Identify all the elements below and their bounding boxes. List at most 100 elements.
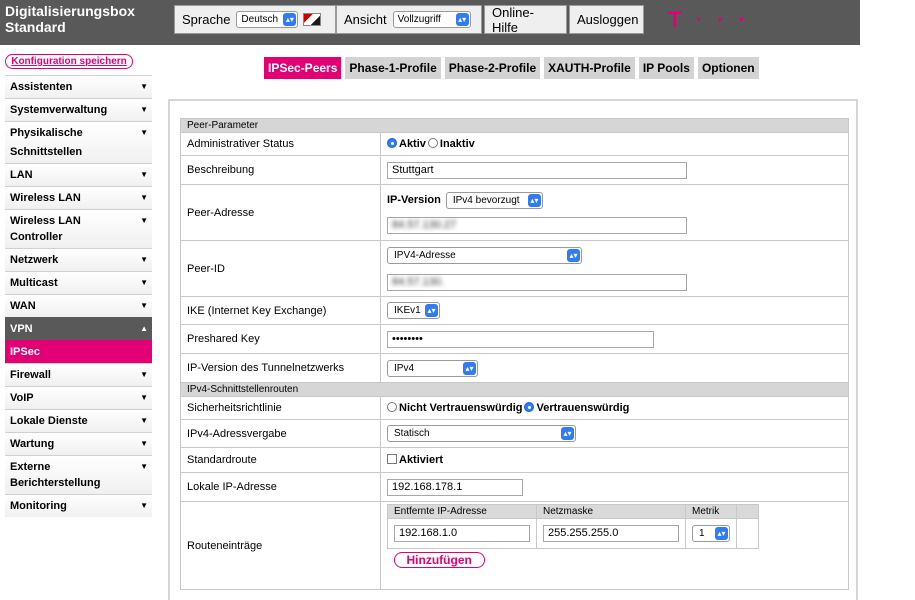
peer-address-label: Peer-Adresse	[180, 184, 381, 241]
security-untrusted-label: Nicht Vertrauenswürdig	[399, 402, 523, 414]
sidebar-item-wan[interactable]: WAN ▼	[5, 294, 152, 317]
peer-form: Peer-Parameter Administrativer Status Ak…	[180, 118, 849, 590]
ip-version-label: IP-Version	[387, 193, 441, 206]
ike-select[interactable]: IKEv1 ▴▾	[387, 302, 440, 319]
chevron-down-icon: ▼	[140, 462, 148, 471]
product-name: Digitalisierungsbox Standard	[5, 3, 135, 35]
sidebar-item-label: WAN	[10, 300, 36, 312]
sidebar-item-label: Multicast	[10, 277, 58, 289]
admin-status-active-radio[interactable]	[387, 138, 397, 148]
add-route-button[interactable]: Hinzufügen	[393, 552, 485, 569]
save-configuration-button[interactable]: Konfiguration speichern	[5, 54, 133, 69]
address-assignment-select[interactable]: Statisch ▴▾	[387, 425, 576, 442]
sidebar-item-monitoring[interactable]: Monitoring ▼	[5, 494, 152, 517]
sidebar-item-firewall[interactable]: Firewall ▼	[5, 363, 152, 386]
view-box: Ansicht Vollzugriff ▴▾	[336, 5, 482, 34]
sidebar-item-voip[interactable]: VoIP ▼	[5, 386, 152, 409]
sidebar-item-maintenance[interactable]: Wartung ▼	[5, 432, 152, 455]
sidebar-item-label: Systemverwaltung	[10, 104, 108, 116]
peer-id-type-value: IPV4-Adresse	[394, 249, 456, 261]
chevron-down-icon: ▼	[140, 128, 148, 137]
peer-address-input[interactable]: 84.57.130.27	[387, 216, 687, 234]
description-label: Beschreibung	[180, 155, 381, 185]
ike-select-value: IKEv1	[394, 305, 421, 316]
security-trusted-label: Vertrauenswürdig	[536, 402, 630, 414]
sidebar-item-label: Wireless LAN	[10, 192, 81, 204]
peer-id-type-select[interactable]: IPV4-Adresse ▴▾	[387, 246, 582, 264]
description-input[interactable]: Stuttgart	[387, 161, 687, 179]
route-row-empty	[736, 518, 759, 549]
add-row: Hinzufügen	[388, 549, 759, 569]
tab-options[interactable]: Optionen	[697, 57, 759, 79]
sidebar-item-external-reporting[interactable]: Externe Berichterstellung ▼	[5, 455, 152, 494]
sidebar: Assistenten ▼ Systemverwaltung ▼ Physikali…	[5, 75, 152, 517]
peer-id-input[interactable]: 84.57.130.	[387, 273, 687, 291]
sidebar-item-label: LAN	[10, 169, 33, 181]
top-header: Digitalisierungsbox Standard Sprache Deu…	[0, 0, 860, 45]
sidebar-item-vpn[interactable]: VPN ▲	[5, 317, 152, 340]
section-header-peer-parameters: Peer-Parameter	[180, 118, 849, 133]
address-assignment-label: IPv4-Adressvergabe	[180, 419, 381, 448]
routes-header-empty	[736, 504, 759, 519]
select-arrow-icon: ▴▾	[715, 527, 728, 540]
sidebar-item-wlan-controller[interactable]: Wireless LAN Controller ▼	[5, 209, 152, 248]
peer-id-label: Peer-ID	[180, 240, 381, 297]
security-untrusted-radio[interactable]	[387, 402, 397, 412]
sidebar-item-local-services[interactable]: Lokale Dienste ▼	[5, 409, 152, 432]
sidebar-item-wireless-lan[interactable]: Wireless LAN ▼	[5, 186, 152, 209]
select-arrow-icon: ▴▾	[567, 248, 580, 262]
tab-phase1-profiles[interactable]: Phase-1-Profile	[345, 57, 441, 79]
online-help-button[interactable]: Online-Hilfe	[484, 4, 567, 35]
ip-version-select[interactable]: IPv4 bevorzugt ▴▾	[445, 191, 543, 209]
sidebar-item-label: Externe Berichterstellung	[10, 461, 101, 489]
sidebar-item-ipsec[interactable]: IPSec	[5, 340, 152, 363]
language-select[interactable]: Deutsch ▴▾	[236, 11, 299, 28]
table-row: 192.168.1.0 255.255.255.0 1 ▴▾	[387, 518, 759, 549]
sidebar-item-label: VPN	[10, 323, 33, 335]
chevron-down-icon: ▼	[140, 501, 148, 510]
flag-icon[interactable]	[303, 13, 322, 26]
admin-status-inactive-radio[interactable]	[427, 138, 438, 148]
chevron-down-icon: ▼	[140, 82, 148, 91]
routes-header-netmask: Netzmaske	[536, 504, 686, 519]
chevron-down-icon: ▼	[140, 105, 148, 114]
sidebar-item-system-management[interactable]: Systemverwaltung ▼	[5, 98, 152, 121]
routes-table: Entfernte IP-Adresse Netzmaske Metrik 19…	[387, 504, 759, 569]
route-remote-ip-input[interactable]: 192.168.1.0	[394, 525, 530, 542]
tab-phase2-profiles[interactable]: Phase-2-Profile	[444, 57, 541, 79]
sidebar-item-assistants[interactable]: Assistenten ▼	[5, 75, 152, 98]
tunnel-ip-version-select[interactable]: IPv4 ▴▾	[387, 359, 478, 377]
sidebar-item-label: VoIP	[10, 392, 34, 404]
ike-label: IKE (Internet Key Exchange)	[180, 296, 381, 325]
chevron-down-icon: ▼	[140, 278, 148, 287]
sidebar-item-label-line2: Schnittstellen	[10, 146, 83, 158]
select-arrow-icon: ▴▾	[463, 361, 476, 375]
psk-label: Preshared Key	[180, 324, 381, 354]
select-arrow-icon: ▴▾	[561, 427, 574, 440]
view-select-value: Vollzugriff	[397, 14, 441, 25]
online-help-label: Online-Hilfe	[492, 4, 534, 35]
logout-button[interactable]: Ausloggen	[569, 5, 644, 34]
route-metric-select[interactable]: 1 ▴▾	[692, 525, 730, 542]
tab-bar: IPSec-Peers Phase-1-Profile Phase-2-Prof…	[264, 57, 763, 79]
psk-input[interactable]: ••••••••	[387, 330, 654, 348]
view-select[interactable]: Vollzugriff ▴▾	[392, 11, 471, 28]
address-assignment-value: Statisch	[394, 428, 430, 439]
route-netmask-input[interactable]: 255.255.255.0	[543, 525, 679, 542]
local-ip-input[interactable]: 192.168.178.1	[387, 478, 523, 496]
sidebar-item-multicast[interactable]: Multicast ▼	[5, 271, 152, 294]
chevron-down-icon: ▼	[140, 393, 148, 402]
sidebar-item-physical-interfaces[interactable]: Physikalische Schnittstellen ▼	[5, 121, 152, 163]
sidebar-item-lan[interactable]: LAN ▼	[5, 163, 152, 186]
sidebar-item-network[interactable]: Netzwerk ▼	[5, 248, 152, 271]
sidebar-item-label: Assistenten	[10, 81, 73, 93]
chevron-down-icon: ▼	[140, 301, 148, 310]
security-policy-label: Sicherheitsrichtlinie	[180, 396, 381, 420]
sidebar-item-label: Wartung	[10, 438, 55, 450]
security-trusted-radio[interactable]	[524, 402, 535, 412]
tab-ipsec-peers[interactable]: IPSec-Peers	[264, 57, 342, 79]
default-route-checkbox[interactable]	[387, 454, 397, 464]
tab-xauth-profiles[interactable]: XAUTH-Profile	[544, 57, 635, 79]
chevron-down-icon: ▼	[140, 193, 148, 202]
tab-ip-pools[interactable]: IP Pools	[638, 57, 694, 79]
